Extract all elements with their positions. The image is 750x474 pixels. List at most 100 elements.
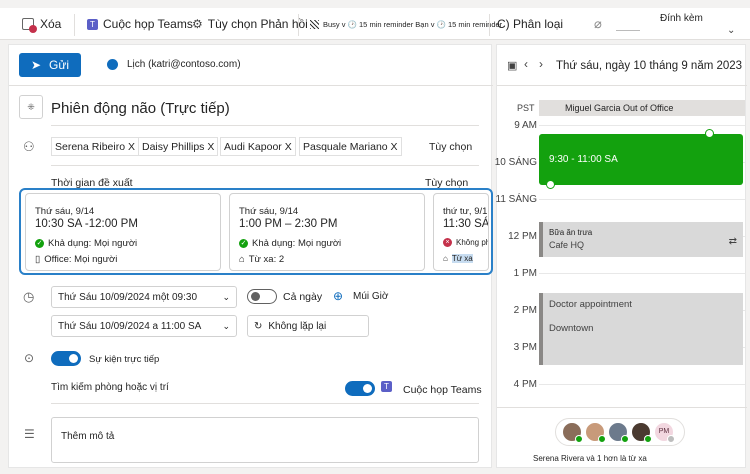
hour-label: 10 SÁNG [494, 157, 537, 168]
hour-label: 2 PM [513, 305, 537, 316]
divider [51, 165, 479, 166]
repeat-icon: ↻ [254, 320, 263, 332]
availability-text: Khả dụng: Mọi người [252, 238, 342, 249]
event-location: Cafe HQ [549, 240, 585, 250]
initials-text: PM [658, 428, 670, 435]
x-circle-icon: × [443, 238, 452, 248]
presence-icon [667, 435, 675, 443]
all-day-toggle[interactable] [247, 289, 277, 304]
suggestion-location: ⌂ Từ xa [443, 254, 473, 263]
in-person-toggle[interactable] [51, 351, 81, 366]
paperclip-icon: ⌀ [594, 16, 602, 31]
allday-event[interactable]: Miguel Garcia Out of Office [539, 100, 745, 116]
suggestion-location: ▯ Office: Mọi người [35, 254, 117, 265]
attendee-chip[interactable]: Serena Ribeiro X [51, 137, 139, 156]
suggestion-date: Thứ sáu, 9/14 [239, 206, 299, 217]
event-title: Doctor appointment [549, 299, 632, 310]
suggestion-card[interactable]: Thứ sáu, 9/14 1:00 PM – 2:30 PM ✓ Khả dụn… [229, 193, 425, 271]
teams-meeting-label: Cuộc họp Teams [103, 17, 193, 31]
lunch-event[interactable]: Bữa ăn trưa Cafe HQ ⇄ [539, 222, 743, 257]
categorize-label: C) Phân loại [497, 17, 564, 31]
hour-label: 3 PM [513, 342, 537, 353]
attach-icon-button[interactable]: ⌀ [594, 8, 602, 40]
hour-line [539, 125, 745, 126]
availability-text: Không phải quảng cáo [456, 238, 488, 247]
suggestion-date: thứ tư, 9/1 [443, 206, 488, 217]
timezone-button[interactable]: Múi Giờ [353, 291, 388, 302]
current-event-block[interactable]: 9:30 - 11:00 SA [539, 134, 743, 185]
suggestion-time: 11:30 SÁNG [443, 218, 489, 230]
end-date-field[interactable]: Thứ Sáu 10/09/2024 a 11:00 SA ⌄ [51, 315, 237, 337]
ribbon-toolbar: Xóa T Cuộc họp Teams ⚙ Tùy chọn Phản hồi… [0, 8, 750, 40]
avatar [562, 422, 583, 443]
calendar-delete-icon [22, 18, 37, 33]
categorize-button[interactable]: C) Phân loại [497, 8, 563, 40]
attendee-chip[interactable]: Audi Kapoor X [220, 137, 296, 156]
calendar-icon[interactable]: ▣ [507, 59, 517, 72]
check-icon: ✓ [35, 238, 44, 248]
clock-icon: ◷ [23, 289, 35, 304]
repeat-label: Không lặp lại [268, 320, 327, 332]
response-options-label: Tùy chọn Phản hồi [207, 17, 308, 31]
suggestion-time: 1:00 PM – 2:30 PM [239, 218, 338, 230]
busy-status-icon [310, 19, 319, 29]
divider [9, 85, 493, 86]
delete-button[interactable]: Xóa [22, 8, 61, 40]
teams-icon: T [381, 381, 392, 392]
attach-button[interactable]: Đính kèm [660, 2, 703, 34]
start-date-field[interactable]: Thứ Sáu 10/09/2024 một 09:30 ⌄ [51, 286, 237, 308]
toggle-knob [363, 384, 372, 393]
attendee-name: Daisy Phillips X [142, 140, 215, 153]
repeat-dropdown[interactable]: ↻ Không lặp lại [247, 315, 369, 337]
chevron-down-icon: ⌄ [222, 291, 230, 302]
avatar-initials: PM [654, 422, 675, 443]
teams-icon: T [87, 18, 98, 30]
calendar-selector[interactable]: Lịch (katri@contoso.com) [107, 59, 241, 70]
globe-icon[interactable]: ⊕ [333, 289, 343, 303]
availability-text: Khả dụng: Mọi người [48, 238, 138, 249]
chevron-left-icon[interactable]: ‹ [524, 57, 528, 71]
start-date-text: Thứ Sáu 10/09/2024 một 09:30 [58, 291, 198, 303]
event-title: Bữa ăn trưa [549, 228, 593, 237]
suggestion-card[interactable]: Thứ sáu, 9/14 10:30 SA -12:00 PM ✓ Khả dụ… [25, 193, 221, 271]
description-box[interactable]: Thêm mô tả [51, 417, 479, 463]
divider [51, 125, 479, 126]
title-input[interactable]: Phiên động não (Trực tiếp) [51, 100, 230, 117]
room-search-input[interactable]: Tìm kiếm phòng hoặc vị trí [51, 382, 169, 393]
suggestion-date: Thứ sáu, 9/14 [35, 206, 95, 217]
resize-handle[interactable] [546, 180, 555, 189]
all-day-label: Cả ngày [283, 291, 323, 303]
home-icon: ⌂ [443, 254, 448, 263]
attendees-icon: ⚇ [23, 139, 35, 154]
timezone-label: PST [517, 103, 535, 113]
teams-toggle[interactable] [345, 381, 375, 396]
busy-reminder-label: Busy v 🕑 15 min reminder Bạn v 🕑 15 min … [323, 19, 503, 29]
end-date-text: Thứ Sáu 10/09/2024 a 11:00 SA [58, 320, 202, 332]
presence-icon [598, 435, 606, 443]
toolbar-divider [74, 14, 75, 36]
busy-reminder-button[interactable]: Busy v 🕑 15 min reminder Bạn v 🕑 15 min … [310, 8, 502, 40]
tag-icon: ⁜ [27, 101, 35, 112]
doctor-event[interactable]: Doctor appointment Downtown [539, 293, 743, 365]
attendee-avatars-pill[interactable]: PM [555, 418, 685, 446]
avatar [608, 422, 629, 443]
suggestion-availability: ✓ Khả dụng: Mọi người [35, 238, 137, 249]
avatar [585, 422, 606, 443]
attendee-chip[interactable]: Pasquale Mariano X [299, 137, 402, 156]
outlook-compose-window: Xóa T Cuộc họp Teams ⚙ Tùy chọn Phản hồi… [0, 0, 750, 474]
attach-label: Đính kèm [660, 12, 703, 24]
attendee-chip[interactable]: Daisy Phillips X [138, 137, 219, 156]
hour-label: 11 SÁNG [495, 194, 538, 205]
chevron-down-icon[interactable]: ⌄ [727, 14, 735, 46]
title-icon-button[interactable]: ⁜ [19, 95, 43, 119]
resize-handle[interactable] [705, 129, 714, 138]
chevron-right-icon[interactable]: › [539, 57, 543, 71]
attach-underline [616, 17, 640, 31]
send-label: Gửi [49, 58, 70, 72]
response-options-button[interactable]: ⚙ Tùy chọn Phản hồi [192, 8, 308, 40]
suggestion-card[interactable]: thứ tư, 9/1 11:30 SÁNG × Không phải quảng… [433, 193, 489, 271]
teams-meeting-button[interactable]: T Cuộc họp Teams [87, 8, 193, 40]
hour-line [539, 273, 745, 274]
send-button[interactable]: ➤ Gửi [19, 53, 81, 77]
attendee-options-link[interactable]: Tùy chọn [429, 141, 472, 153]
